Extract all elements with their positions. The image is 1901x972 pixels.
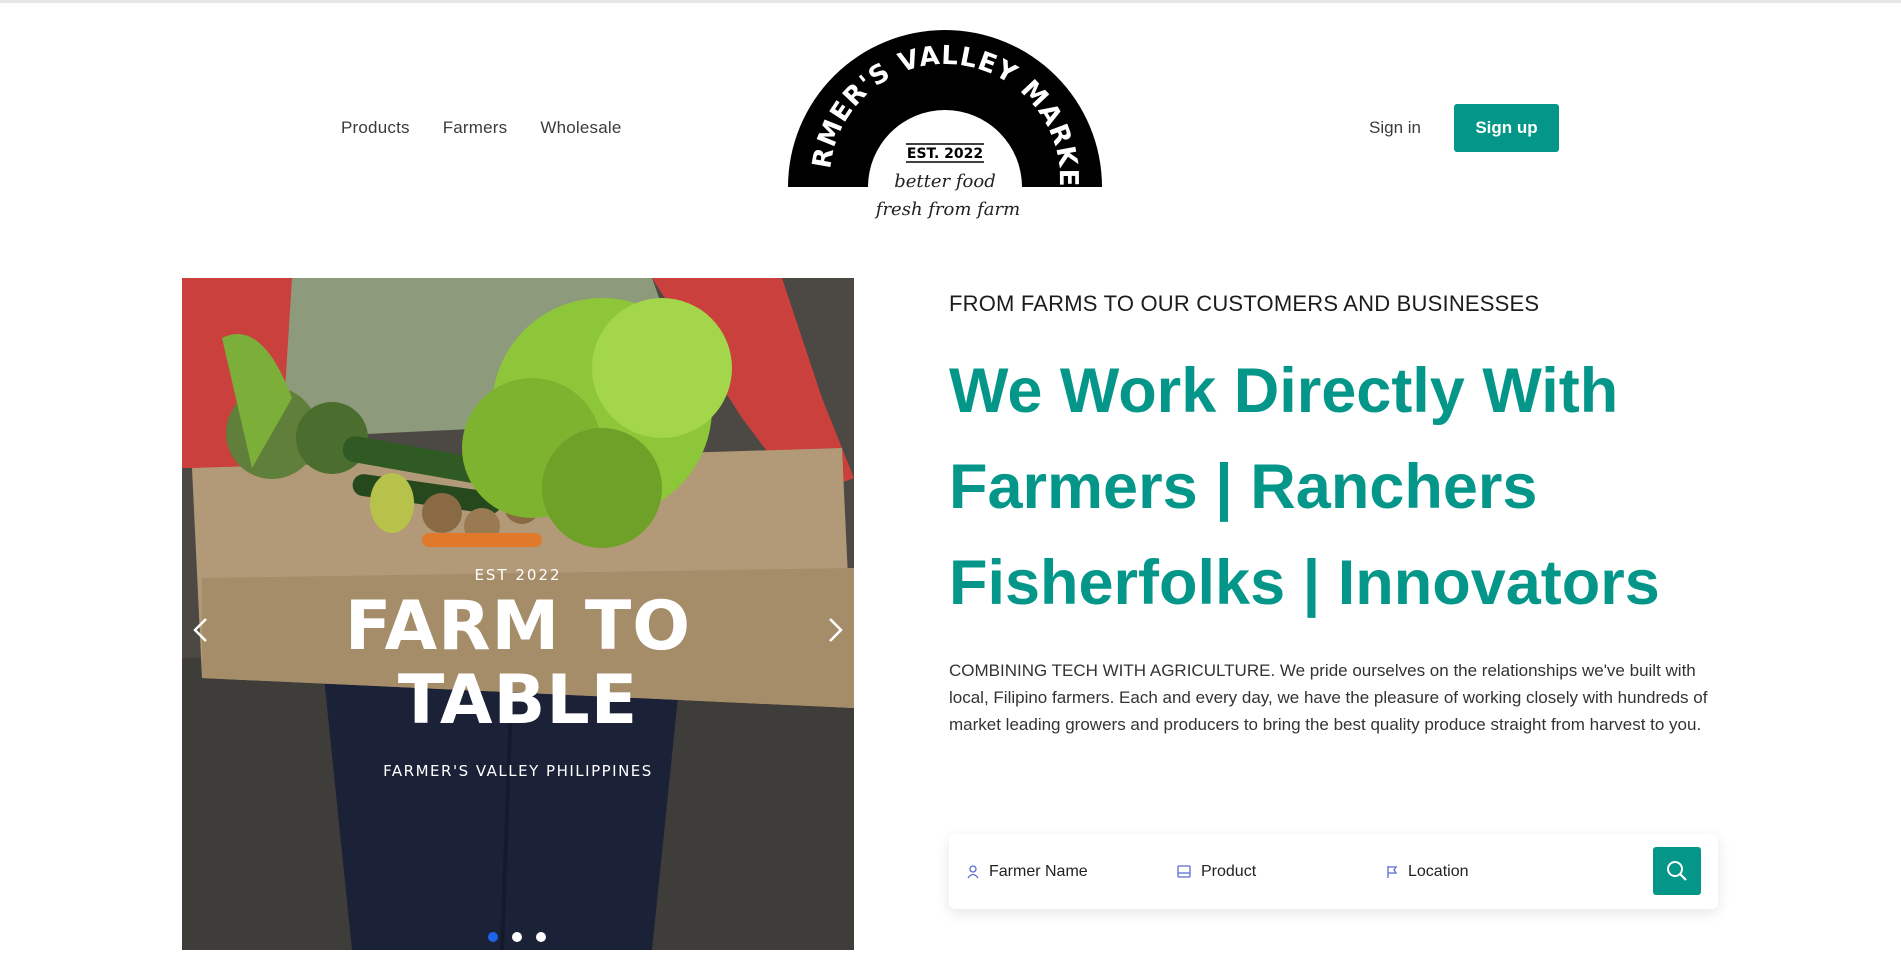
carousel-dot-3[interactable]: [536, 932, 546, 942]
logo-tagline-1: better food: [894, 171, 995, 192]
product-field[interactable]: Product: [1177, 834, 1256, 909]
search-bar: Farmer Name Product Location: [949, 834, 1718, 909]
hero-overlay: EST 2022 FARM TO TABLE FARMER'S VALLEY P…: [182, 278, 854, 950]
auth-nav: Sign in Sign up: [1369, 104, 1559, 152]
carousel-prev-arrow[interactable]: [186, 615, 216, 645]
hero-eyebrow: FROM FARMS TO OUR CUSTOMERS AND BUSINESS…: [949, 291, 1540, 316]
hero-est: EST 2022: [474, 566, 562, 584]
hero-title-line2: TABLE: [397, 661, 639, 740]
location-label: Location: [1408, 862, 1469, 880]
main-nav: Products Farmers Wholesale: [341, 118, 622, 138]
logo-tagline-2: fresh from farm: [874, 199, 1020, 220]
carousel-next-arrow[interactable]: [820, 615, 850, 645]
signin-link[interactable]: Sign in: [1369, 118, 1421, 138]
product-label: Product: [1201, 862, 1257, 880]
hero-headline: We Work Directly With Farmers | Ranchers…: [949, 343, 1769, 631]
headline-line-3: Fisherfolks | Innovators: [949, 548, 1660, 618]
carousel-indicators: [488, 932, 546, 942]
search-button[interactable]: [1653, 847, 1701, 895]
flag-icon: [1387, 865, 1398, 878]
hero-description: COMBINING TECH WITH AGRICULTURE. We prid…: [949, 661, 1708, 734]
site-header: Products Farmers Wholesale FARMER'S VALL…: [0, 3, 1901, 253]
hero-subtitle: FARMER'S VALLEY PHILIPPINES: [383, 762, 653, 780]
site-logo[interactable]: FARMER'S VALLEY MARKET EST. 2022 better …: [788, 29, 1102, 229]
logo-est: EST. 2022: [907, 146, 983, 162]
farmer-name-field[interactable]: Farmer Name: [967, 834, 1088, 909]
headline-line-1: We Work Directly With: [949, 356, 1619, 426]
farmer-name-label: Farmer Name: [989, 862, 1088, 880]
box-icon: [1177, 865, 1191, 878]
signup-button[interactable]: Sign up: [1453, 104, 1559, 152]
chevron-left-icon: [193, 618, 207, 642]
chevron-right-icon: [829, 618, 843, 642]
nav-wholesale-link[interactable]: Wholesale: [540, 118, 621, 138]
search-icon: [1667, 861, 1687, 881]
hero-title-line1: FARM TO: [344, 587, 692, 666]
headline-line-2: Farmers | Ranchers: [949, 452, 1538, 522]
hero-carousel: EST 2022 FARM TO TABLE FARMER'S VALLEY P…: [182, 278, 854, 950]
nav-products-link[interactable]: Products: [341, 118, 410, 138]
hero-title: FARM TO TABLE: [182, 590, 854, 738]
carousel-dot-2[interactable]: [512, 932, 522, 942]
user-icon: [967, 864, 979, 878]
location-field[interactable]: Location: [1386, 834, 1469, 909]
carousel-dot-1[interactable]: [488, 932, 498, 942]
nav-farmers-link[interactable]: Farmers: [443, 118, 508, 138]
